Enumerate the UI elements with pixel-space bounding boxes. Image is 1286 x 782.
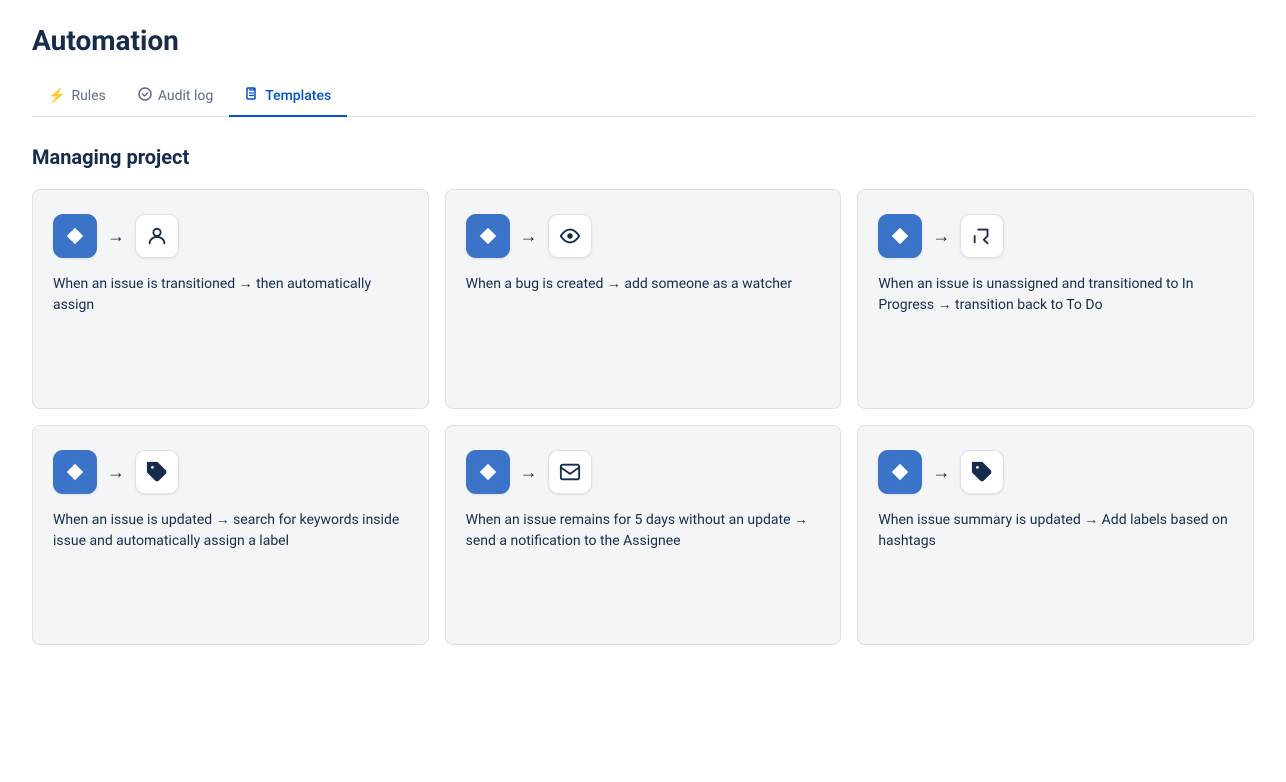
arrow-icon-4: → (107, 462, 125, 483)
template-card-6[interactable]: → When issue summary is updated → Add la… (857, 425, 1254, 645)
page-title: Automation (32, 24, 1254, 57)
person-icon (146, 225, 168, 247)
card-icons-6: → (878, 450, 1233, 494)
arrow-icon-5: → (520, 462, 538, 483)
action-icon-box-5 (548, 450, 592, 494)
card-icons-5: → (466, 450, 821, 494)
eye-icon (559, 225, 581, 247)
trigger-icon-box-4 (53, 450, 97, 494)
tab-audit-log[interactable]: Audit log (122, 77, 229, 117)
card-text-6: When issue summary is updated → Add labe… (878, 510, 1233, 616)
arrow-icon-6: → (932, 462, 950, 483)
circle-check-icon (138, 87, 152, 105)
card-icons-2: → (466, 214, 821, 258)
arrow-icon-3: → (932, 226, 950, 247)
card-icons-1: → (53, 214, 408, 258)
template-card-2[interactable]: → When a bug is created → add someone as… (445, 189, 842, 409)
trigger-icon-box-3 (878, 214, 922, 258)
action-icon-box-4 (135, 450, 179, 494)
card-icons-4: → (53, 450, 408, 494)
arrow-icon-1: → (107, 226, 125, 247)
template-card-4[interactable]: → When an issue is updated → search for … (32, 425, 429, 645)
page-container: Automation ⚡ Rules Audit log (0, 0, 1286, 677)
section-title: Managing project (32, 145, 1254, 169)
email-icon (559, 461, 581, 483)
tag-icon (146, 461, 168, 483)
diamond-icon-2 (477, 225, 499, 247)
template-card-3[interactable]: → When an issue is unassigned and transi… (857, 189, 1254, 409)
diamond-icon-4 (64, 461, 86, 483)
card-text-1: When an issue is transitioned → then aut… (53, 274, 408, 380)
card-text-4: When an issue is updated → search for ke… (53, 510, 408, 616)
diamond-icon-3 (889, 225, 911, 247)
tab-templates[interactable]: Templates (229, 77, 347, 117)
card-text-2: When a bug is created → add someone as a… (466, 274, 821, 380)
diamond-icon-5 (477, 461, 499, 483)
trigger-icon-box-6 (878, 450, 922, 494)
card-text-5: When an issue remains for 5 days without… (466, 510, 821, 616)
tab-rules[interactable]: ⚡ Rules (32, 78, 122, 116)
tag-icon-2 (971, 461, 993, 483)
document-icon (245, 87, 259, 105)
trigger-icon-box-5 (466, 450, 510, 494)
action-icon-box-2 (548, 214, 592, 258)
action-icon-box-3 (960, 214, 1004, 258)
action-icon-box-6 (960, 450, 1004, 494)
trigger-icon-box-2 (466, 214, 510, 258)
bolt-icon: ⚡ (48, 88, 65, 104)
cards-grid: → When an issue is transitioned → then a… (32, 189, 1254, 645)
arrow-icon-2: → (520, 226, 538, 247)
diamond-icon-6 (889, 461, 911, 483)
card-icons-3: → (878, 214, 1233, 258)
return-icon (971, 225, 993, 247)
card-text-3: When an issue is unassigned and transiti… (878, 274, 1233, 380)
template-card-1[interactable]: → When an issue is transitioned → then a… (32, 189, 429, 409)
template-card-5[interactable]: → When an issue remains for 5 days witho… (445, 425, 842, 645)
trigger-icon-box-1 (53, 214, 97, 258)
tabs-nav: ⚡ Rules Audit log Templates (32, 77, 1254, 117)
diamond-icon (64, 225, 86, 247)
action-icon-box-1 (135, 214, 179, 258)
